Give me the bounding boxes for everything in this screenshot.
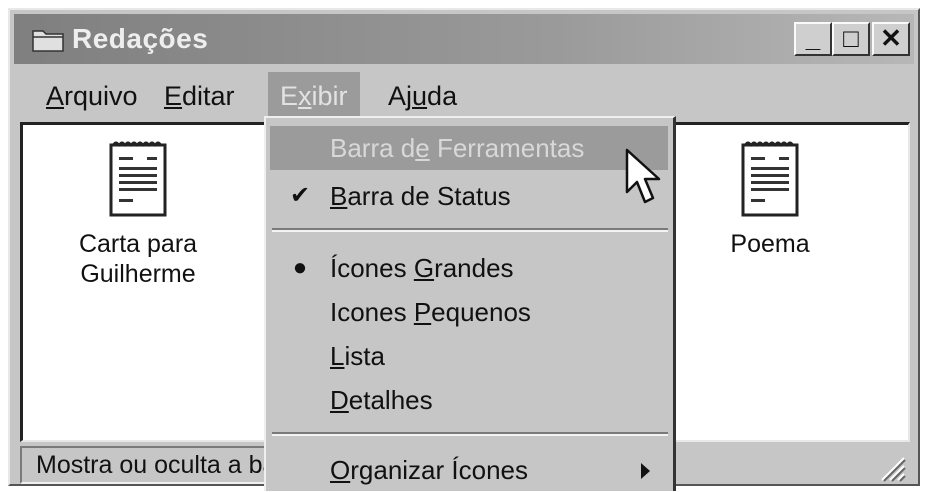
menu-exibir[interactable]: Exibir <box>268 72 360 120</box>
close-button[interactable]: ✕ <box>872 22 910 56</box>
folder-icon <box>32 30 64 52</box>
menu-ajuda[interactable]: Ajuda <box>376 72 469 120</box>
menu-item-detalhes[interactable]: Detalhes <box>270 378 668 422</box>
minimize-button[interactable]: _ <box>794 22 832 56</box>
menu-item-barra-de-ferramentas[interactable]: Barra de Ferramentas <box>270 126 668 170</box>
menu-arquivo[interactable]: Arquivo <box>34 72 150 120</box>
menu-editar[interactable]: Editar <box>152 72 247 120</box>
title-bar[interactable]: Redações _ □ ✕ <box>14 14 914 64</box>
exibir-dropdown-menu: Barra de Ferramentas ✔ Barra de Status ●… <box>264 116 676 491</box>
radio-bullet-icon: ● <box>292 254 308 281</box>
document-icon <box>741 141 799 217</box>
menu-item-icones-grandes[interactable]: ● Ícones Grandes <box>270 246 668 290</box>
file-carta-para-guilherme[interactable]: Carta para Guilherme <box>53 139 223 289</box>
window-title: Redações <box>72 23 209 54</box>
submenu-arrow-icon <box>641 463 650 479</box>
maximize-button[interactable]: □ <box>832 22 870 56</box>
menu-separator <box>272 432 668 436</box>
mouse-pointer-icon <box>625 148 661 204</box>
menu-item-lista[interactable]: Lista <box>270 334 668 378</box>
checkmark-icon: ✔ <box>289 182 311 209</box>
menu-item-organizar-icones[interactable]: Organizar Ícones <box>270 448 668 492</box>
file-poema[interactable]: Poema <box>715 139 825 259</box>
file-name-line2: Guilherme <box>80 260 196 288</box>
menu-item-icones-pequenos[interactable]: Icones Pequenos <box>270 290 668 334</box>
file-name: Carta para <box>78 230 198 258</box>
menu-item-barra-de-status[interactable]: ✔ Barra de Status <box>270 174 668 218</box>
menu-bar: Arquivo Editar Exibir Ajuda <box>14 72 914 120</box>
file-name: Poema <box>730 230 810 258</box>
document-icon <box>109 141 167 217</box>
resize-grip-icon[interactable] <box>876 452 906 482</box>
menu-separator <box>272 228 668 232</box>
